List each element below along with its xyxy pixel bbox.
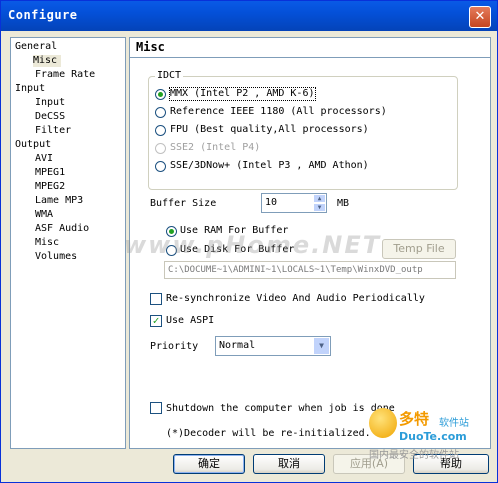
tree-item-input-group[interactable]: Input — [15, 83, 45, 95]
temp-file-button[interactable]: Temp File — [382, 239, 456, 259]
buffer-unit-label: MB — [337, 198, 350, 209]
tree-item-misc[interactable]: Misc — [33, 55, 62, 67]
idct-fpu-radio[interactable] — [155, 125, 166, 136]
priority-value: Normal — [219, 340, 256, 351]
idct-sse-label[interactable]: SSE/3DNow+ (Intel P3 , AMD Athon) — [170, 160, 369, 172]
spin-down-icon[interactable]: ▼ — [313, 203, 326, 212]
cancel-button[interactable]: 取消 — [253, 454, 325, 474]
tree-item-filter[interactable]: Filter — [35, 125, 71, 137]
settings-tree[interactable]: General Misc Frame Rate Input Input DeCS… — [10, 37, 126, 449]
idct-reference-label[interactable]: Reference IEEE 1180 (All processors) — [170, 106, 387, 118]
tree-item-avi[interactable]: AVI — [35, 153, 53, 165]
shutdown-checkbox[interactable] — [150, 402, 162, 414]
idct-group: IDCT MMX (Intel P2 , AMD K-6) Reference … — [148, 70, 458, 190]
idct-group-title: IDCT — [155, 70, 184, 81]
idct-sse-radio[interactable] — [155, 161, 166, 172]
buffer-size-label: Buffer Size — [150, 198, 217, 209]
tree-item-asf-audio[interactable]: ASF Audio — [35, 223, 89, 235]
idct-sse2-label: SSE2 (Intel P4) — [170, 142, 261, 153]
idct-fpu-label[interactable]: FPU (Best quality,All processors) — [170, 124, 369, 136]
tree-item-mpeg2[interactable]: MPEG2 — [35, 181, 65, 193]
logo-cn2: 国内最安全的软件站 — [369, 450, 459, 461]
tree-item-lame-mp3[interactable]: Lame MP3 — [35, 195, 83, 207]
priority-select[interactable]: Normal ▼ — [215, 336, 331, 356]
tree-item-wma[interactable]: WMA — [35, 209, 53, 221]
resync-label[interactable]: Re-synchronize Video And Audio Periodica… — [166, 293, 425, 305]
logo-cn: 多特 — [399, 410, 430, 428]
tree-item-decss[interactable]: DeCSS — [35, 111, 65, 123]
tree-item-output-misc[interactable]: Misc — [35, 237, 59, 249]
idct-sse2-radio — [155, 143, 166, 154]
logo-sub: 软件站 — [439, 418, 469, 429]
tree-item-output-group[interactable]: Output — [15, 139, 51, 151]
chevron-down-icon[interactable]: ▼ — [314, 338, 329, 354]
tree-item-general[interactable]: General — [15, 41, 57, 53]
shutdown-label[interactable]: Shutdown the computer when job is done — [166, 403, 395, 415]
buffer-size-stepper[interactable]: 10 ▲ ▼ — [261, 193, 327, 213]
resync-checkbox[interactable] — [150, 293, 162, 305]
tree-item-mpeg1[interactable]: MPEG1 — [35, 167, 65, 179]
spin-up-icon[interactable]: ▲ — [313, 194, 326, 203]
priority-label: Priority — [150, 341, 199, 352]
title-bar[interactable]: Configure ✕ — [1, 1, 497, 31]
panel-title: Misc — [136, 40, 165, 54]
watermark: www.pHome.NET — [124, 231, 382, 259]
tree-item-frame-rate[interactable]: Frame Rate — [35, 69, 95, 81]
tree-item-input[interactable]: Input — [35, 97, 65, 109]
idct-reference-radio[interactable] — [155, 107, 166, 118]
panel-divider — [130, 57, 490, 58]
window-title: Configure — [8, 8, 78, 22]
close-button[interactable]: ✕ — [469, 6, 491, 28]
buffer-size-value[interactable]: 10 — [265, 197, 277, 208]
logo-en: DuoTe.com — [399, 430, 467, 443]
duote-logo-icon — [369, 408, 397, 438]
aspi-checkbox[interactable]: ✓ — [150, 315, 162, 327]
ok-button[interactable]: 确定 — [173, 454, 245, 474]
temp-path-field[interactable]: C:\DOCUME~1\ADMINI~1\LOCALS~1\Temp\WinxD… — [164, 261, 456, 279]
idct-mmx-label[interactable]: MMX (Intel P2 , AMD K-6) — [169, 87, 316, 101]
tree-item-volumes[interactable]: Volumes — [35, 251, 77, 263]
close-icon: ✕ — [474, 9, 486, 24]
idct-mmx-radio[interactable] — [155, 89, 166, 100]
configure-window: Configure ✕ General Misc Frame Rate Inpu… — [0, 0, 498, 483]
reinit-note: (*)Decoder will be re-initialized. — [166, 428, 371, 439]
duote-logo: 多特 软件站 DuoTe.com 国内最安全的软件站 — [369, 406, 495, 461]
aspi-label[interactable]: Use ASPI — [166, 315, 214, 327]
